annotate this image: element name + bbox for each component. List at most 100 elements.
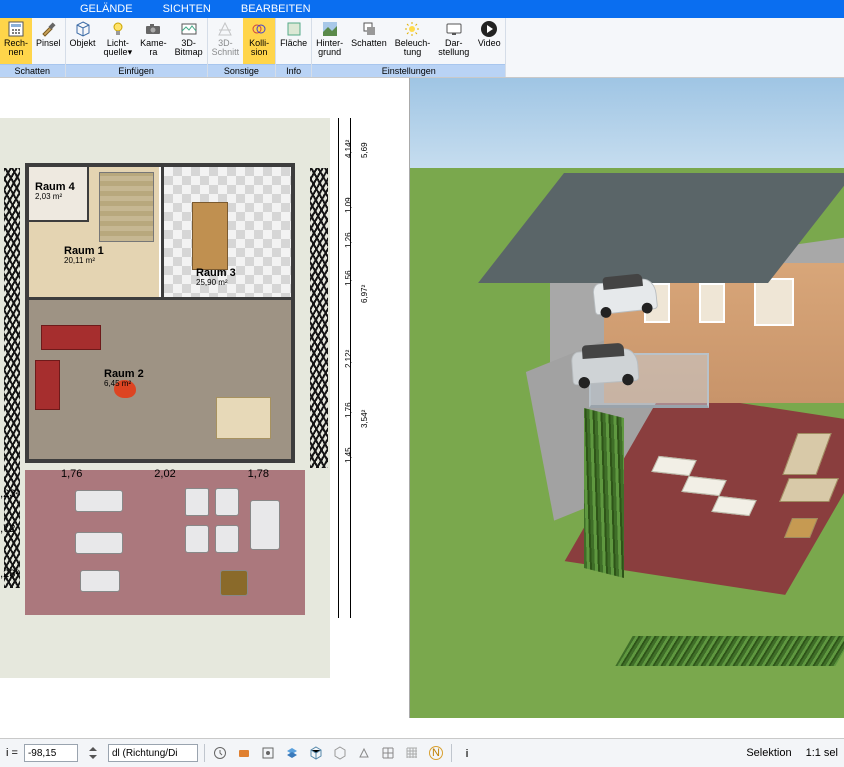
schnitt3d-button[interactable]: 3D- Schnitt <box>208 18 244 64</box>
coord-label: i = <box>6 747 18 759</box>
ribbon-group-label-einstellungen: Einstellungen <box>312 64 505 77</box>
plan-dimensions-left: 1,23² 1,72 1,23² <box>0 118 14 678</box>
grid-fine-icon[interactable] <box>403 744 421 762</box>
render-hedge-front <box>615 636 844 666</box>
perspective-icon[interactable] <box>355 744 373 762</box>
plan-patio[interactable]: 1,76 2,02 1,78 <box>25 470 305 615</box>
hintergrund-button[interactable]: Hinter- grund <box>312 18 347 64</box>
display-icon <box>445 20 463 38</box>
render-3d-viewport[interactable] <box>410 78 844 718</box>
menu-bearbeiten[interactable]: BEARBEITEN <box>241 3 311 15</box>
ribbon-group-einstellungen: Hinter- grund Schatten Beleuch- tung Dar… <box>312 18 506 77</box>
room4-label: Raum 42,03 m² <box>35 181 75 202</box>
brush-icon <box>39 20 57 38</box>
status-selection-label: Selektion <box>746 747 791 759</box>
plan-room-1[interactable]: Raum 42,03 m² Raum 120,11 m² <box>29 167 159 297</box>
schatten-settings-button[interactable]: Schatten <box>347 18 391 64</box>
floorplan-2d-viewport[interactable]: Raum 42,03 m² Raum 120,11 m² Raum 325,90… <box>0 78 410 718</box>
svg-text:N: N <box>432 747 440 759</box>
coord-input[interactable] <box>24 744 78 762</box>
patio-table[interactable] <box>220 570 248 596</box>
lichtquelle-button[interactable]: Licht- quelle▾ <box>100 18 137 64</box>
ribbon-group-einfuegen: Objekt Licht- quelle▾ Kame- ra 3D- Bitma… <box>66 18 208 77</box>
image3d-icon <box>180 20 198 38</box>
video-button[interactable]: Video <box>473 18 505 64</box>
room3-label: Raum 325,90 m² <box>196 267 236 288</box>
layer-dropdown[interactable] <box>108 744 198 762</box>
plan-table-r2[interactable] <box>216 397 271 439</box>
beleuchtung-button[interactable]: Beleuch- tung <box>391 18 435 64</box>
pinsel-button[interactable]: Pinsel <box>32 18 65 64</box>
status-bar: i = N i Selektion 1:1 sel <box>0 738 844 767</box>
render-sky <box>410 78 844 168</box>
menu-sichten[interactable]: SICHTEN <box>163 3 211 15</box>
patio-sofa[interactable] <box>250 500 280 550</box>
info-icon[interactable]: i <box>458 744 476 762</box>
ribbon-group-sonstige: 3D- Schnitt Kolli- sion Sonstige <box>208 18 277 77</box>
plan-house-outline: Raum 42,03 m² Raum 120,11 m² Raum 325,90… <box>25 163 295 463</box>
snap-icon[interactable] <box>259 744 277 762</box>
plan-room-4[interactable]: Raum 42,03 m² <box>29 167 89 222</box>
grid-toggle-icon[interactable] <box>379 744 397 762</box>
room2-label: Raum 26,45 m² <box>104 368 144 389</box>
patio-chair-1[interactable] <box>185 488 209 516</box>
render-window-arch <box>754 278 794 326</box>
render-hedge-left <box>584 408 624 578</box>
plan-dimensions-right: 4,14² 5,69 1,09 1,26 1,56 6,97² 2,12² 1,… <box>330 118 400 618</box>
ribbon-group-schatten: Rech- nen Pinsel Schatten <box>0 18 66 77</box>
kollision-button[interactable]: Kolli- sion <box>243 18 275 64</box>
stepper-up-down[interactable] <box>84 744 102 762</box>
room1-label: Raum 120,11 m² <box>64 245 104 266</box>
compass-icon[interactable]: N <box>427 744 445 762</box>
kamera-button[interactable]: Kame- ra <box>136 18 171 64</box>
bitmap3d-button[interactable]: 3D- Bitmap <box>171 18 207 64</box>
plan-room-2[interactable]: Raum 26,45 m² <box>29 297 291 459</box>
patio-lounger-2[interactable] <box>75 532 123 554</box>
calculate-icon <box>7 20 25 38</box>
render-window-2 <box>699 283 725 323</box>
shadow-icon <box>360 20 378 38</box>
render-bench <box>779 478 839 502</box>
patio-chair-2[interactable] <box>215 488 239 516</box>
menu-gelaende[interactable]: GELÄNDE <box>80 3 133 15</box>
objekt-button[interactable]: Objekt <box>66 18 100 64</box>
lightbulb-icon <box>109 20 127 38</box>
render-car-2 <box>570 342 639 389</box>
flaeche-button[interactable]: Fläche <box>276 18 311 64</box>
plan-stairs[interactable] <box>99 172 154 242</box>
record-icon[interactable] <box>235 744 253 762</box>
darstellung-button[interactable]: Dar- stellung <box>434 18 473 64</box>
plan-sofa-2[interactable] <box>35 360 60 410</box>
cube-icon <box>74 20 92 38</box>
rechnen-button[interactable]: Rech- nen <box>0 18 32 64</box>
ribbon-toolbar: Rech- nen Pinsel Schatten Objekt Licht- … <box>0 18 844 78</box>
status-right: Selektion 1:1 sel <box>746 747 838 759</box>
vegetation-right <box>310 168 328 468</box>
patio-lounger-1[interactable] <box>75 490 123 512</box>
history-icon[interactable] <box>211 744 229 762</box>
svg-text:i: i <box>465 748 468 760</box>
ribbon-group-label-info: Info <box>276 64 311 77</box>
layer-icon[interactable] <box>283 744 301 762</box>
patio-lounger-3[interactable] <box>80 570 120 592</box>
section-icon <box>216 20 234 38</box>
lighting-icon <box>403 20 421 38</box>
cube-view-icon[interactable] <box>307 744 325 762</box>
menu-bar: GELÄNDE SICHTEN BEARBEITEN <box>0 0 844 18</box>
ribbon-group-label-sonstige: Sonstige <box>208 64 276 77</box>
wireframe-icon[interactable] <box>331 744 349 762</box>
work-area: Raum 42,03 m² Raum 120,11 m² Raum 325,90… <box>0 78 844 718</box>
patio-chair-4[interactable] <box>215 525 239 553</box>
camera-icon <box>144 20 162 38</box>
collision-icon <box>250 20 268 38</box>
play-icon <box>480 20 498 38</box>
ribbon-group-label-schatten: Schatten <box>0 64 65 77</box>
plan-dining-table-r3[interactable] <box>192 202 228 270</box>
ribbon-group-info: Fläche Info <box>276 18 312 77</box>
patio-chair-3[interactable] <box>185 525 209 553</box>
floor-plan: Raum 42,03 m² Raum 120,11 m² Raum 325,90… <box>0 118 360 678</box>
ribbon-group-label-einfuegen: Einfügen <box>66 64 207 77</box>
status-zoom-label[interactable]: 1:1 sel <box>806 747 838 759</box>
background-icon <box>321 20 339 38</box>
plan-sofa-1[interactable] <box>41 325 101 350</box>
